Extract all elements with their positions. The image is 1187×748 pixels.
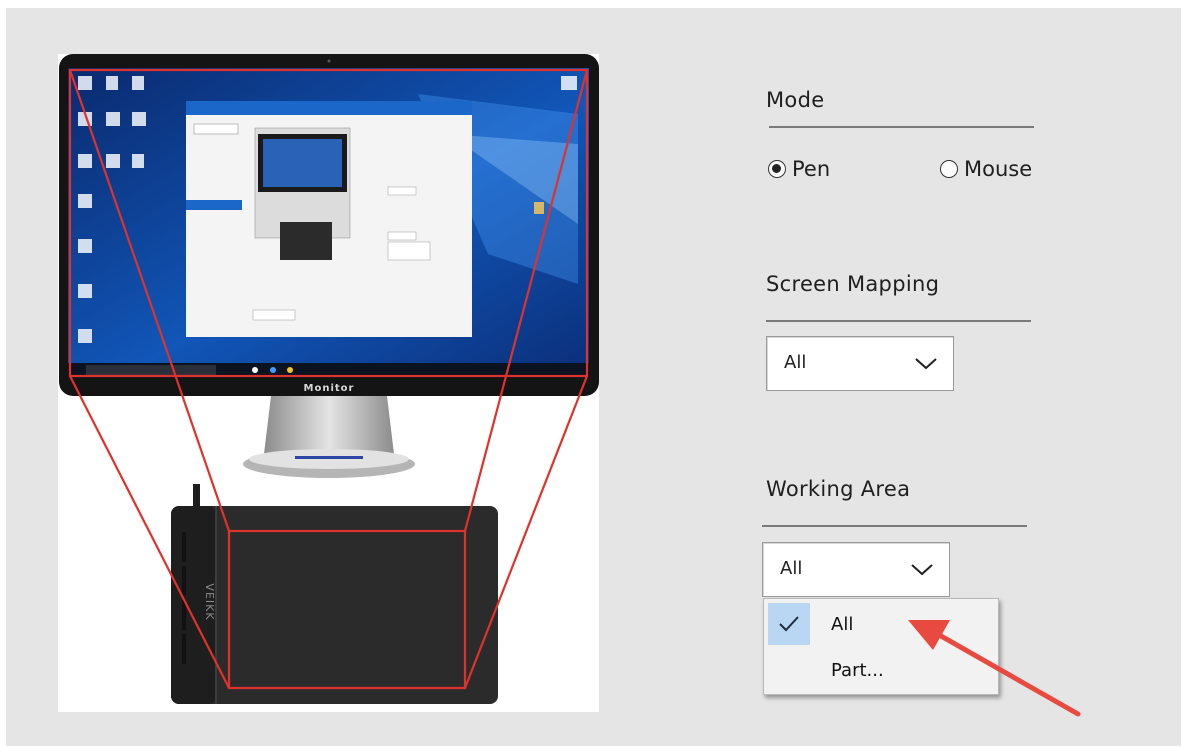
monitor-label: Monitor: [304, 383, 355, 394]
working-area-divider: [762, 525, 1027, 527]
drawing-tablet: [171, 506, 498, 704]
radio-selected-icon: [768, 160, 786, 178]
menu-item-label: All: [831, 614, 854, 635]
working-area-heading: Working Area: [766, 477, 911, 501]
working-area-dropdown[interactable]: All: [762, 542, 950, 597]
radio-unselected-icon: [940, 160, 958, 178]
monitor-tablet-image: Monitor VEIKK: [59, 54, 599, 704]
tablet-brand: VEIKK: [203, 583, 216, 620]
screen-mapping-divider: [766, 320, 1031, 322]
screen-mapping-dropdown[interactable]: All: [766, 336, 954, 391]
screen-mapping-heading: Screen Mapping: [766, 272, 940, 296]
pen-radio[interactable]: Pen: [768, 157, 830, 181]
annotation-arrow-icon: [908, 620, 1081, 717]
mouse-radio[interactable]: Mouse: [940, 157, 1032, 181]
screen-mapping-value: All: [784, 352, 807, 373]
mouse-radio-label: Mouse: [964, 157, 1033, 181]
working-area-value: All: [780, 558, 803, 579]
menu-item-label: Part...: [831, 660, 884, 681]
checkmark-icon: [768, 603, 810, 645]
chevron-down-icon: [911, 564, 933, 576]
mode-divider: [769, 126, 1034, 128]
chevron-down-icon: [915, 358, 937, 370]
mapping-illustration: Monitor VEIKK: [58, 54, 599, 712]
mode-heading: Mode: [766, 88, 825, 112]
pen-radio-label: Pen: [792, 157, 831, 181]
